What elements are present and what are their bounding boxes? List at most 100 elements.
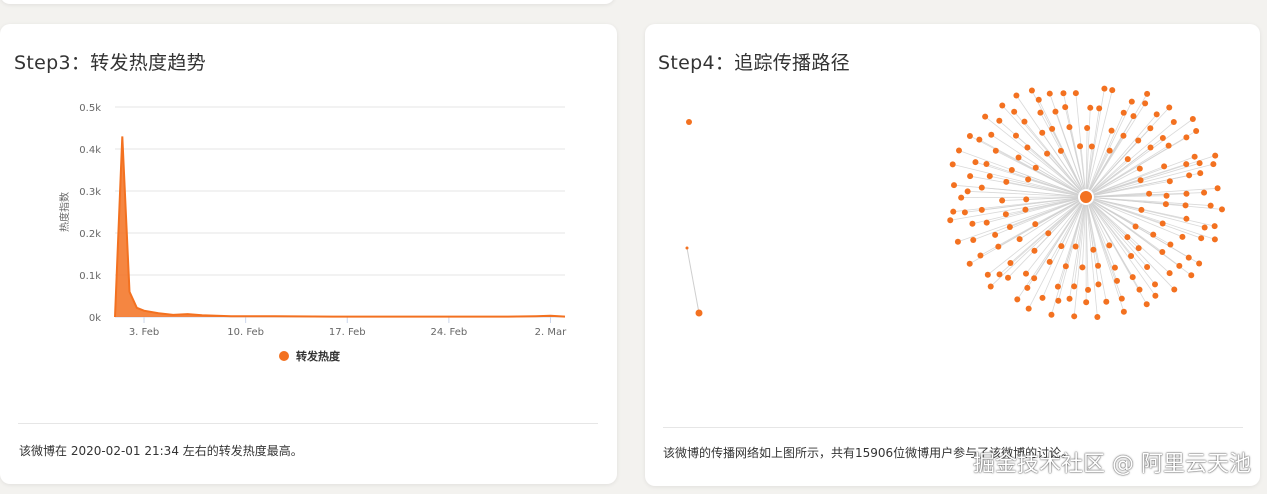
network-node[interactable] [1062, 104, 1069, 111]
network-node[interactable] [1055, 297, 1062, 304]
network-node[interactable] [1136, 165, 1143, 172]
network-node[interactable] [1159, 220, 1166, 227]
network-node[interactable] [1113, 277, 1120, 284]
network-node[interactable] [1002, 211, 1009, 218]
network-node[interactable] [1183, 161, 1190, 168]
network-node[interactable] [1045, 230, 1052, 237]
network-node[interactable] [1182, 202, 1189, 209]
network-node[interactable] [1170, 119, 1177, 126]
network-node[interactable] [1108, 127, 1115, 134]
network-node[interactable] [1103, 298, 1110, 305]
network-node[interactable] [1054, 283, 1061, 290]
network-node[interactable] [1083, 299, 1090, 306]
network-node[interactable] [1166, 270, 1173, 277]
network-node[interactable] [1071, 313, 1078, 320]
network-node[interactable] [969, 220, 976, 227]
network-node[interactable] [1106, 242, 1113, 249]
network-node[interactable] [1212, 152, 1219, 159]
network-node[interactable] [1106, 147, 1113, 154]
network-node[interactable] [1135, 137, 1142, 144]
network-node[interactable] [1132, 223, 1139, 230]
network-node[interactable] [1031, 275, 1038, 282]
network-node[interactable] [1120, 132, 1127, 139]
network-node[interactable] [1012, 132, 1019, 139]
propagation-network-graph[interactable] [645, 84, 1260, 414]
series-line[interactable] [114, 136, 566, 318]
network-node[interactable] [686, 119, 692, 125]
network-node[interactable] [1153, 111, 1160, 118]
network-node[interactable] [1135, 245, 1142, 252]
network-node[interactable] [1188, 272, 1195, 279]
series-area[interactable] [115, 136, 565, 317]
network-node[interactable] [995, 243, 1002, 250]
network-node[interactable] [1183, 190, 1190, 197]
network-node[interactable] [1147, 125, 1154, 132]
network-node[interactable] [1044, 150, 1051, 157]
network-node[interactable] [1049, 125, 1056, 132]
network-node[interactable] [1094, 313, 1101, 320]
network-node[interactable] [1150, 231, 1157, 238]
network-node[interactable] [1072, 243, 1079, 250]
network-node[interactable] [958, 194, 965, 201]
network-node[interactable] [947, 217, 954, 224]
network-node[interactable] [1007, 260, 1014, 267]
network-node[interactable] [1146, 190, 1153, 197]
network-root-node[interactable] [1078, 189, 1094, 205]
network-node[interactable] [1152, 292, 1159, 299]
network-node[interactable] [1062, 263, 1069, 270]
network-node[interactable] [1166, 104, 1173, 111]
network-node[interactable] [1201, 189, 1208, 196]
network-node[interactable] [1101, 85, 1108, 92]
network-node[interactable] [1136, 286, 1143, 293]
network-node[interactable] [1211, 236, 1218, 243]
network-node[interactable] [954, 238, 961, 245]
network-node[interactable] [1039, 294, 1046, 301]
network-node[interactable] [1151, 281, 1158, 288]
network-node[interactable] [1088, 143, 1095, 150]
network-node[interactable] [1144, 90, 1151, 97]
network-node[interactable] [1163, 192, 1170, 199]
network-node[interactable] [978, 206, 985, 213]
network-node[interactable] [1207, 202, 1214, 209]
network-node[interactable] [999, 197, 1006, 204]
network-node[interactable] [1166, 178, 1173, 185]
network-node[interactable] [1060, 90, 1067, 97]
network-node[interactable] [986, 173, 993, 180]
network-node[interactable] [1162, 201, 1169, 208]
network-node[interactable] [996, 117, 1003, 124]
network-node[interactable] [1198, 235, 1205, 242]
network-node[interactable] [1196, 260, 1203, 267]
network-node[interactable] [1130, 113, 1137, 120]
network-node[interactable] [1022, 206, 1029, 213]
network-node[interactable] [992, 231, 999, 238]
network-node[interactable] [1085, 286, 1092, 293]
network-node[interactable] [950, 182, 957, 189]
network-node[interactable] [695, 309, 703, 317]
network-node[interactable] [1124, 156, 1131, 163]
network-node[interactable] [1095, 262, 1102, 269]
network-node[interactable] [988, 131, 995, 138]
network-node[interactable] [685, 246, 689, 250]
network-node[interactable] [977, 252, 984, 259]
network-node[interactable] [1028, 87, 1035, 94]
network-node[interactable] [1095, 281, 1102, 288]
network-node[interactable] [1128, 252, 1135, 259]
network-node[interactable] [1159, 134, 1166, 141]
network-node[interactable] [1071, 283, 1078, 290]
network-node[interactable] [1210, 161, 1217, 168]
network-node[interactable] [1058, 243, 1065, 250]
network-node[interactable] [1147, 144, 1154, 151]
network-node[interactable] [1120, 308, 1127, 315]
network-node[interactable] [1218, 206, 1225, 213]
network-node[interactable] [966, 132, 973, 139]
network-node[interactable] [1087, 104, 1094, 111]
network-node[interactable] [1011, 108, 1018, 115]
network-node[interactable] [1072, 90, 1079, 97]
network-node[interactable] [1025, 176, 1032, 183]
network-node[interactable] [1013, 92, 1020, 99]
network-node[interactable] [983, 219, 990, 226]
network-node[interactable] [1129, 274, 1136, 281]
network-node[interactable] [961, 209, 968, 216]
network-node[interactable] [976, 136, 983, 143]
network-node[interactable] [1193, 127, 1200, 134]
